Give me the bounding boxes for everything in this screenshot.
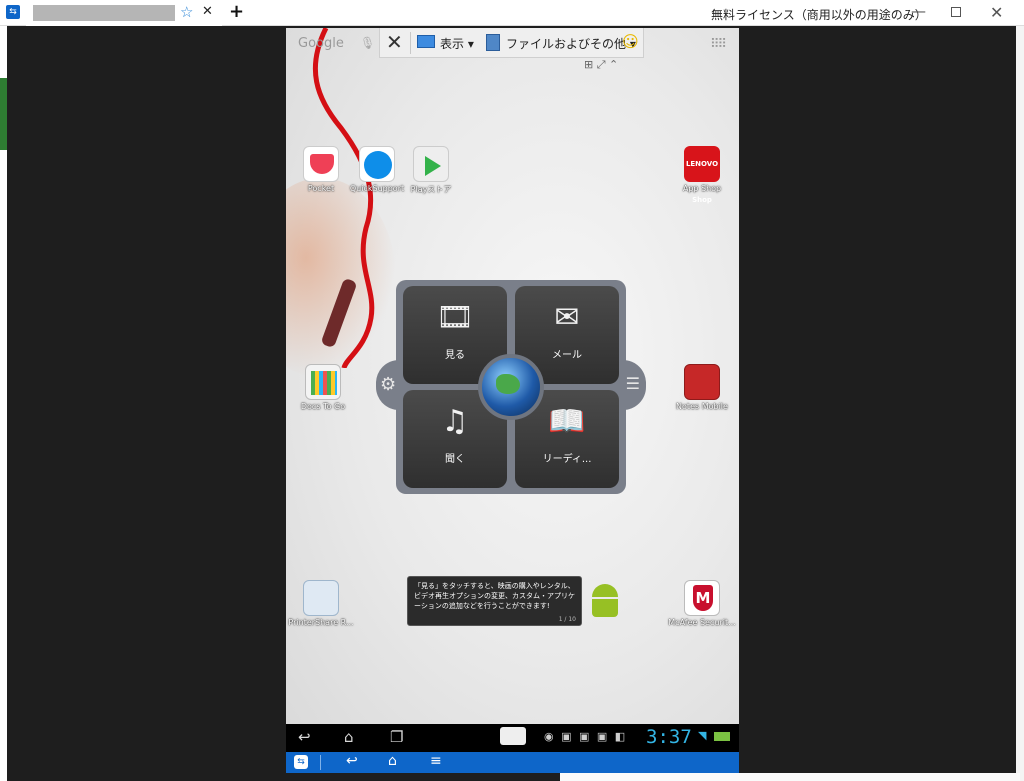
battery-icon bbox=[714, 732, 730, 741]
docs-to-go-icon bbox=[305, 364, 341, 400]
app-label: Playストア bbox=[410, 185, 452, 194]
app-label: McAfee Securit... bbox=[668, 618, 736, 627]
host-page-green-bar bbox=[0, 78, 7, 150]
android-head bbox=[592, 584, 618, 597]
quicksupport-icon bbox=[359, 146, 395, 182]
android-body bbox=[592, 599, 618, 617]
notification-icons[interactable]: ◉ ▣ ▣ ▣ ◧ bbox=[544, 730, 627, 743]
host-page-right-strip bbox=[1016, 26, 1024, 781]
all-apps-icon[interactable]: ⠿⠿ bbox=[710, 37, 727, 52]
remote-android-screen[interactable]: Google 🎙 ⠿⠿ ✕ 表示 ▾ ファイルおよびその他 ▾ ☺ ⊞ ⤢ ⌃ … bbox=[286, 28, 739, 752]
app-notes-mobile[interactable]: Notes Mobile bbox=[667, 364, 737, 411]
wifi-icon: ◥ bbox=[698, 729, 707, 742]
bar-divider bbox=[320, 755, 321, 770]
smiley-icon[interactable]: ☺ bbox=[622, 32, 639, 51]
mcafee-icon bbox=[684, 580, 720, 616]
files-and-more-menu[interactable]: ファイルおよびその他 ▾ bbox=[506, 35, 636, 52]
keyboard-icon[interactable] bbox=[500, 727, 526, 745]
globe-icon[interactable] bbox=[478, 354, 544, 420]
recent-apps-icon[interactable]: ❐ bbox=[390, 728, 403, 746]
new-tab-button[interactable]: + bbox=[229, 1, 244, 22]
teamviewer-logo-icon: ⇆ bbox=[6, 5, 20, 19]
remote-menu-icon[interactable]: ≡ bbox=[430, 753, 442, 769]
help-tooltip[interactable]: 「見る」をタッチすると、映画の購入やレンタル、ビデオ再生オプションの変更、カスタ… bbox=[407, 576, 582, 626]
back-icon[interactable]: ↩ bbox=[298, 728, 311, 746]
app-docs-to-go[interactable]: Docs To Go bbox=[288, 364, 358, 411]
active-tab-indicator bbox=[26, 24, 222, 26]
app-mcafee[interactable]: McAfee Securit... bbox=[667, 580, 737, 627]
tooltip-counter: 1 / 10 bbox=[558, 616, 576, 623]
microphone-icon[interactable]: 🎙 bbox=[360, 36, 375, 50]
remote-toolbar: ✕ 表示 ▾ ファイルおよびその他 ▾ ☺ bbox=[379, 28, 644, 58]
tile-label: メール bbox=[552, 350, 582, 361]
status-clock: 3:37 bbox=[646, 726, 692, 748]
notes-mobile-icon bbox=[684, 364, 720, 400]
app-label: PrinterShare R... bbox=[288, 618, 354, 627]
settings-gear-icon[interactable]: ⚙ bbox=[380, 374, 396, 395]
window-titlebar: ⇆ ☆ ✕ + 無料ライセンス（商用以外の用途のみ） — ✕ bbox=[0, 0, 1024, 26]
remote-home-icon[interactable]: ⌂ bbox=[388, 753, 397, 769]
host-page-left-strip bbox=[0, 26, 7, 781]
remote-back-icon[interactable]: ↩ bbox=[346, 753, 358, 769]
remote-control-bar: ⇆ ↩ ⌂ ≡ bbox=[286, 752, 739, 773]
adjust-sliders-icon[interactable]: ☰ bbox=[626, 374, 640, 393]
lenovo-shop-icon: LENOVO Shop bbox=[684, 146, 720, 204]
tooltip-text: 「見る」をタッチすると、映画の購入やレンタル、ビデオ再生オプションの変更、カスタ… bbox=[414, 582, 575, 610]
android-navigation-bar: ↩ ⌂ ❐ ◉ ▣ ▣ ▣ ◧ 3:37 ◥ bbox=[286, 724, 739, 752]
film-icon: 🎞 bbox=[435, 300, 475, 335]
app-label: Docs To Go bbox=[300, 402, 346, 411]
app-label: Notes Mobile bbox=[676, 402, 728, 411]
close-session-button[interactable]: ✕ bbox=[386, 30, 403, 54]
favorite-star-icon[interactable]: ☆ bbox=[180, 3, 193, 21]
media-hub-widget: ⚙ ☰ 🎞 見る ✉ メール ♫ 聞く 📖 リーディ... bbox=[376, 280, 646, 494]
teamviewer-icon[interactable]: ⇆ bbox=[294, 755, 308, 769]
toolbar-divider bbox=[410, 32, 411, 54]
tile-label: 聞く bbox=[445, 454, 465, 465]
minimize-button[interactable]: — bbox=[911, 2, 926, 20]
app-play-store[interactable]: Playストア bbox=[396, 146, 466, 195]
files-icon[interactable] bbox=[486, 34, 500, 51]
monitor-icon[interactable] bbox=[417, 35, 435, 48]
mail-icon: ✉ bbox=[554, 300, 580, 335]
google-search-label[interactable]: Google bbox=[298, 36, 344, 51]
tile-label: リーディ... bbox=[542, 454, 592, 465]
view-menu[interactable]: 表示 ▾ bbox=[440, 35, 474, 52]
close-window-button[interactable]: ✕ bbox=[990, 3, 1003, 22]
android-mascot-icon[interactable] bbox=[592, 584, 618, 620]
maximize-button[interactable] bbox=[951, 7, 961, 17]
window-title: 無料ライセンス（商用以外の用途のみ） bbox=[711, 8, 927, 22]
home-icon[interactable]: ⌂ bbox=[344, 728, 354, 746]
play-store-icon bbox=[413, 146, 449, 182]
app-app-shop[interactable]: LENOVO Shop App Shop bbox=[667, 146, 737, 204]
session-tab[interactable] bbox=[33, 5, 175, 21]
app-printershare[interactable]: PrinterShare R... bbox=[286, 580, 356, 627]
pocket-icon bbox=[303, 146, 339, 182]
close-tab-icon[interactable]: ✕ bbox=[202, 4, 213, 19]
printershare-icon bbox=[303, 580, 339, 616]
toolbar-collapse-controls[interactable]: ⊞ ⤢ ⌃ bbox=[584, 58, 630, 74]
host-page-bottom-peek bbox=[560, 773, 1020, 781]
